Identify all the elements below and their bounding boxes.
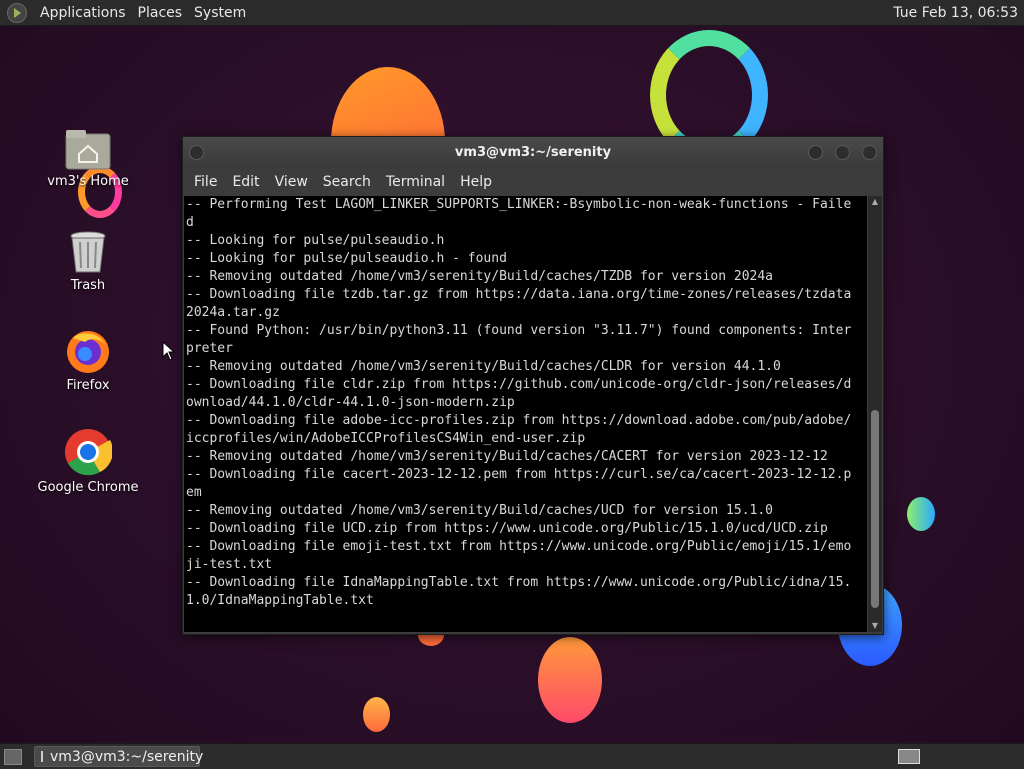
maximize-button[interactable] [835, 144, 850, 160]
clock[interactable]: Tue Feb 13, 06:53 [893, 5, 1018, 21]
terminal-line: -- Performing Test LAGOM_LINKER_SUPPORTS… [186, 197, 852, 212]
menu-help[interactable]: Help [453, 174, 500, 190]
scrollbar-thumb[interactable] [871, 409, 879, 608]
taskbar-window-label: vm3@vm3:~/serenity [50, 748, 204, 765]
system-menu[interactable]: System [188, 5, 252, 21]
terminal-line: -- Removing outdated /home/vm3/serenity/… [186, 449, 828, 464]
terminal-line: ownload/44.1.0/cldr-44.1.0-json-modern.z… [186, 395, 515, 410]
distro-logo-icon[interactable] [7, 2, 27, 23]
minimize-button[interactable] [808, 144, 823, 160]
terminal-line: -- Removing outdated /home/vm3/serenity/… [186, 359, 781, 374]
terminal-line: 1.0/IdnaMappingTable.txt [186, 593, 374, 608]
menu-file[interactable]: File [187, 174, 225, 190]
terminal-line: em [186, 485, 202, 500]
desktop-icon-label: Google Chrome [37, 480, 139, 495]
chrome-icon [65, 429, 112, 476]
bottom-taskbar: vm3@vm3:~/serenity [0, 743, 1024, 769]
terminal-line: -- Removing outdated /home/vm3/serenity/… [186, 269, 773, 284]
terminal-line: -- Downloading file adobe-icc-profiles.z… [186, 413, 852, 428]
workspace-switcher[interactable] [898, 749, 920, 764]
terminal-line: preter [186, 341, 233, 356]
terminal-icon [41, 751, 43, 762]
scroll-up-arrow-icon[interactable]: ▲ [868, 196, 882, 208]
menu-edit[interactable]: Edit [225, 174, 267, 190]
wallpaper-shape [538, 637, 602, 723]
desktop-icon-label: Trash [70, 278, 106, 293]
desktop-icon-chrome[interactable]: Google Chrome [28, 428, 148, 495]
wallpaper-shape [907, 497, 935, 531]
terminal-scrollbar[interactable]: ▲ ▼ [868, 196, 882, 632]
taskbar-window-button[interactable]: vm3@vm3:~/serenity [34, 746, 204, 767]
terminal-line: d [186, 215, 194, 230]
applications-menu[interactable]: Applications [34, 5, 132, 21]
terminal-line: iccprofiles/win/AdobeICCProfilesCS4Win_e… [186, 431, 586, 446]
terminal-line: -- Downloading file UCD.zip from https:/… [186, 521, 828, 536]
terminal-line: -- Downloading file tzdb.tar.gz from htt… [186, 287, 852, 302]
terminal-line: 2024a.tar.gz [186, 305, 280, 320]
desktop-icon-trash[interactable]: Trash [28, 230, 148, 293]
terminal-line: -- Removing outdated /home/vm3/serenity/… [186, 503, 773, 518]
scroll-down-arrow-icon[interactable]: ▼ [868, 620, 882, 632]
close-button[interactable] [862, 144, 877, 160]
trash-icon [70, 231, 106, 273]
window-title: vm3@vm3:~/serenity [454, 144, 612, 160]
terminal-output[interactable]: -- Performing Test LAGOM_LINKER_SUPPORTS… [184, 196, 867, 632]
desktop-icon-home[interactable]: vm3's Home [28, 128, 148, 189]
window-titlebar[interactable]: vm3@vm3:~/serenity [183, 137, 883, 167]
terminal-line: -- Downloading file cldr.zip from https:… [186, 377, 852, 392]
menu-search[interactable]: Search [316, 174, 379, 190]
firefox-icon [67, 331, 109, 373]
terminal-line: -- Looking for pulse/pulseaudio.h - foun… [186, 251, 507, 266]
show-desktop-icon[interactable] [4, 748, 22, 765]
mouse-pointer-icon [162, 341, 176, 361]
terminal-window: vm3@vm3:~/serenity File Edit View Search… [182, 136, 884, 635]
terminal-line: -- Downloading file emoji-test.txt from … [186, 539, 852, 554]
places-menu[interactable]: Places [132, 5, 189, 21]
home-folder-icon [65, 130, 111, 170]
menu-terminal[interactable]: Terminal [379, 174, 453, 190]
terminal-line: ji-test.txt [186, 557, 273, 572]
terminal-line: -- Found Python: /usr/bin/python3.11 (fo… [186, 323, 852, 338]
terminal-menubar: File Edit View Search Terminal Help [183, 167, 883, 196]
wallpaper-shape [363, 697, 390, 732]
desktop-icon-firefox[interactable]: Firefox [28, 328, 148, 393]
menu-view[interactable]: View [268, 174, 316, 190]
terminal-line: -- Looking for pulse/pulseaudio.h [186, 233, 445, 248]
terminal-line: -- Downloading file cacert-2023-12-12.pe… [186, 467, 852, 482]
terminal-line: -- Downloading file IdnaMappingTable.txt… [186, 575, 852, 590]
desktop-icon-label: Firefox [66, 378, 110, 393]
top-panel: Applications Places System Tue Feb 13, 0… [0, 0, 1024, 26]
desktop-icon-label: vm3's Home [47, 174, 129, 189]
